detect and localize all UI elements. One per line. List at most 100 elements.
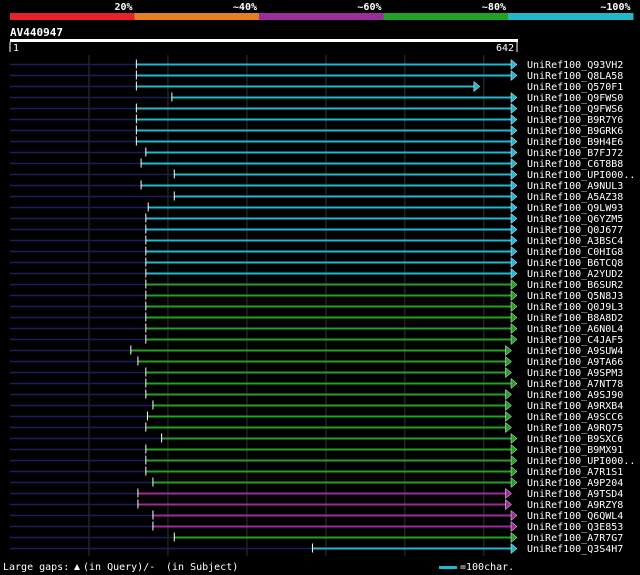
- hit-label[interactable]: UniRef100_A9SPM3: [527, 368, 623, 379]
- hit-label[interactable]: UniRef100_B9GRK6: [527, 126, 623, 137]
- hit-label[interactable]: UniRef100_Q3S4H7: [527, 544, 623, 555]
- hit-label[interactable]: UniRef100_A2YUD2: [527, 269, 623, 280]
- hit-row[interactable]: UniRef100_UPI000..: [10, 454, 635, 468]
- hit-label[interactable]: UniRef100_B7FJ72: [527, 148, 623, 159]
- hit-label[interactable]: UniRef100_B9H4E6: [527, 137, 623, 148]
- hit-row[interactable]: UniRef100_Q0J9L3: [10, 300, 623, 314]
- hit-row[interactable]: UniRef100_A3BSC4: [10, 234, 623, 248]
- hit-row[interactable]: UniRef100_A9TA66: [10, 355, 623, 369]
- alignment-end-arrow: [505, 410, 512, 423]
- hit-row[interactable]: UniRef100_A9P204: [10, 476, 623, 490]
- hit-row[interactable]: UniRef100_A2YUD2: [10, 267, 623, 281]
- hit-label[interactable]: UniRef100_Q0J9L3: [527, 302, 623, 313]
- hit-row[interactable]: UniRef100_B7FJ72: [10, 146, 623, 160]
- hit-row[interactable]: UniRef100_B9GRK6: [10, 124, 623, 138]
- hit-row[interactable]: UniRef100_C6T8B8: [10, 157, 623, 171]
- hit-row[interactable]: UniRef100_B9H4E6: [10, 135, 623, 149]
- hit-row[interactable]: UniRef100_Q9FWS6: [10, 102, 623, 116]
- hit-label[interactable]: UniRef100_C4JAF5: [527, 335, 623, 346]
- hit-row[interactable]: UniRef100_A9NUL3: [10, 179, 623, 193]
- hit-label[interactable]: UniRef100_A9RQ75: [527, 423, 623, 434]
- hit-row[interactable]: UniRef100_A9SUW4: [10, 344, 623, 358]
- hit-row[interactable]: UniRef100_Q0J677: [10, 223, 623, 237]
- hit-row[interactable]: UniRef100_B8A8D2: [10, 311, 623, 325]
- hit-label[interactable]: UniRef100_Q6QWL4: [527, 511, 623, 522]
- hit-row[interactable]: UniRef100_C4JAF5: [10, 333, 623, 347]
- hit-label[interactable]: UniRef100_B6SUR2: [527, 280, 623, 291]
- hit-row[interactable]: UniRef100_A9RXB4: [10, 399, 623, 413]
- hit-label[interactable]: UniRef100_Q3E853: [527, 522, 623, 533]
- hit-row[interactable]: UniRef100_A9RZY8: [10, 498, 623, 512]
- alignment-end-arrow: [510, 234, 518, 247]
- alignment-end-arrow: [510, 179, 518, 192]
- query-name: AV440947: [10, 26, 63, 39]
- hit-row[interactable]: UniRef100_Q6QWL4: [10, 509, 623, 523]
- alignment-end-arrow: [510, 542, 518, 555]
- hit-row[interactable]: UniRef100_B9R7Y6: [10, 113, 623, 127]
- hit-label[interactable]: UniRef100_UPI000..: [527, 456, 635, 467]
- hit-row[interactable]: UniRef100_Q9LW93: [10, 201, 623, 215]
- hit-row[interactable]: UniRef100_B6SUR2: [10, 278, 623, 292]
- hit-row[interactable]: UniRef100_B9SXC6: [10, 432, 623, 446]
- hit-label[interactable]: UniRef100_B9MX91: [527, 445, 623, 456]
- hit-label[interactable]: UniRef100_A9SJ90: [527, 390, 623, 401]
- hit-label[interactable]: UniRef100_B8A8D2: [527, 313, 623, 324]
- hit-row[interactable]: UniRef100_Q3S4H7: [10, 542, 623, 556]
- legend-label: 20%: [114, 2, 132, 13]
- hit-row[interactable]: UniRef100_A9RQ75: [10, 421, 623, 435]
- hit-label[interactable]: UniRef100_A9P204: [527, 478, 623, 489]
- hit-label[interactable]: UniRef100_A9SUW4: [527, 346, 623, 357]
- hit-row[interactable]: UniRef100_Q93VH2: [10, 58, 623, 72]
- hit-label[interactable]: UniRef100_A7R7G7: [527, 533, 623, 544]
- hit-row[interactable]: UniRef100_A9SJ90: [10, 388, 623, 402]
- hit-row[interactable]: UniRef100_Q5N8J3: [10, 289, 623, 303]
- alignment-end-arrow: [510, 377, 518, 390]
- hit-label[interactable]: UniRef100_A9SCC6: [527, 412, 623, 423]
- hit-row[interactable]: UniRef100_Q570F1: [10, 80, 623, 94]
- hit-label[interactable]: UniRef100_A9TSD4: [527, 489, 623, 500]
- hit-row[interactable]: UniRef100_A7R7G7: [10, 531, 623, 545]
- hit-row[interactable]: UniRef100_A9SPM3: [10, 366, 623, 380]
- hit-row[interactable]: UniRef100_Q6YZM5: [10, 212, 623, 226]
- hit-label[interactable]: UniRef100_C6T8B8: [527, 159, 623, 170]
- hit-label[interactable]: UniRef100_A5AZ38: [527, 192, 623, 203]
- hit-label[interactable]: UniRef100_A9TA66: [527, 357, 623, 368]
- hit-label[interactable]: UniRef100_Q9FWS6: [527, 104, 623, 115]
- hit-row[interactable]: UniRef100_A7NT78: [10, 377, 623, 391]
- hit-row[interactable]: UniRef100_Q3E853: [10, 520, 623, 534]
- hit-row[interactable]: UniRef100_UPI000..: [10, 168, 635, 182]
- hit-label[interactable]: UniRef100_Q9FWS0: [527, 93, 623, 104]
- hit-label[interactable]: UniRef100_Q570F1: [527, 82, 623, 93]
- hit-label[interactable]: UniRef100_C0HIG8: [527, 247, 623, 258]
- hit-label[interactable]: UniRef100_Q9LW93: [527, 203, 623, 214]
- hit-row[interactable]: UniRef100_A9SCC6: [10, 410, 623, 424]
- hit-label[interactable]: UniRef100_Q0J677: [527, 225, 623, 236]
- hit-label[interactable]: UniRef100_UPI000..: [527, 170, 635, 181]
- hit-row[interactable]: UniRef100_A9TSD4: [10, 487, 623, 501]
- hit-label[interactable]: UniRef100_A7R1S1: [527, 467, 623, 478]
- hit-row[interactable]: UniRef100_A6N0L4: [10, 322, 623, 336]
- hit-label[interactable]: UniRef100_Q5N8J3: [527, 291, 623, 302]
- alignment-end-arrow: [510, 168, 518, 181]
- hit-label[interactable]: UniRef100_A9NUL3: [527, 181, 623, 192]
- hit-label[interactable]: UniRef100_B6TCQ8: [527, 258, 623, 269]
- hit-label[interactable]: UniRef100_A6N0L4: [527, 324, 623, 335]
- hit-row[interactable]: UniRef100_C0HIG8: [10, 245, 623, 259]
- hit-row[interactable]: UniRef100_Q9FWS0: [10, 91, 623, 105]
- hit-label[interactable]: UniRef100_A3BSC4: [527, 236, 623, 247]
- hit-label[interactable]: UniRef100_B9SXC6: [527, 434, 623, 445]
- hit-row[interactable]: UniRef100_B9MX91: [10, 443, 623, 457]
- alignment-end-arrow: [510, 69, 518, 82]
- hit-label[interactable]: UniRef100_A9RXB4: [527, 401, 623, 412]
- hit-row[interactable]: UniRef100_A7R1S1: [10, 465, 623, 479]
- hit-row[interactable]: UniRef100_A5AZ38: [10, 190, 623, 204]
- hit-row[interactable]: UniRef100_Q8LA58: [10, 69, 623, 83]
- hit-label[interactable]: UniRef100_Q93VH2: [527, 60, 623, 71]
- hit-label[interactable]: UniRef100_Q8LA58: [527, 71, 623, 82]
- hit-label[interactable]: UniRef100_Q6YZM5: [527, 214, 623, 225]
- hit-row[interactable]: UniRef100_B6TCQ8: [10, 256, 623, 270]
- query-gap-icon: [74, 564, 80, 570]
- hit-label[interactable]: UniRef100_A7NT78: [527, 379, 623, 390]
- hit-label[interactable]: UniRef100_B9R7Y6: [527, 115, 623, 126]
- hit-label[interactable]: UniRef100_A9RZY8: [527, 500, 623, 511]
